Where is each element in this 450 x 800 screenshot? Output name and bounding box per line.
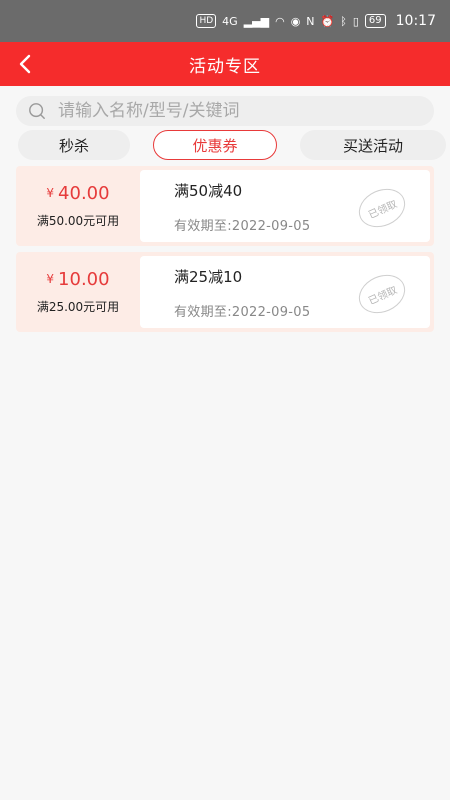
- network-indicator: 4G: [222, 14, 238, 28]
- alarm-icon: ⏰: [320, 14, 335, 28]
- tab-bar: 秒杀 优惠券 买送活动: [18, 130, 446, 162]
- wifi-icon: ◠: [275, 14, 285, 28]
- coupon-amount-value: 10.00: [58, 269, 110, 290]
- currency-symbol: ¥: [46, 272, 55, 286]
- search-bar[interactable]: [16, 96, 434, 126]
- coupon-card[interactable]: ¥40.00 满50.00元可用 满50减40 有效期至:2022-09-05 …: [16, 166, 434, 246]
- back-button[interactable]: [14, 52, 38, 76]
- vibrate-icon: ▯: [352, 14, 359, 28]
- chevron-left-icon: [19, 54, 31, 74]
- app-header: 活动专区: [0, 42, 450, 86]
- tab-buy-gift[interactable]: 买送活动: [300, 130, 446, 160]
- battery-icon: 69: [364, 14, 386, 28]
- clock: 10:17: [395, 13, 436, 29]
- coupon-amount: ¥40.00: [46, 183, 109, 204]
- coupon-detail-panel: 满25减10 有效期至:2022-09-05 已领取: [140, 256, 430, 328]
- coupon-value-panel: ¥40.00 满50.00元可用: [20, 170, 136, 242]
- hd-indicator: HD: [196, 14, 217, 28]
- page-title: 活动专区: [189, 56, 261, 77]
- status-icons: HD 4G ▂▄▆ ◠ ◉ N ⏰ ᛒ ▯ 69: [196, 14, 386, 28]
- bluetooth-icon: ᛒ: [340, 14, 347, 28]
- coupon-list: ¥40.00 满50.00元可用 满50减40 有效期至:2022-09-05 …: [16, 166, 434, 332]
- coupon-amount-value: 40.00: [58, 183, 110, 204]
- search-input[interactable]: [56, 100, 400, 122]
- tab-flash-sale[interactable]: 秒杀: [18, 130, 130, 160]
- coupon-detail-panel: 满50减40 有效期至:2022-09-05 已领取: [140, 170, 430, 242]
- signal-icon: ▂▄▆: [243, 14, 270, 28]
- nfc-icon: N: [306, 14, 315, 28]
- eye-icon: ◉: [290, 14, 301, 28]
- coupon-card[interactable]: ¥10.00 满25.00元可用 满25减10 有效期至:2022-09-05 …: [16, 252, 434, 332]
- coupon-value-panel: ¥10.00 满25.00元可用: [20, 256, 136, 328]
- search-icon: [29, 103, 45, 119]
- coupon-condition: 满25.00元可用: [36, 300, 120, 314]
- coupon-condition: 满50.00元可用: [36, 214, 120, 228]
- status-bar: HD 4G ▂▄▆ ◠ ◉ N ⏰ ᛒ ▯ 69 10:17: [0, 0, 450, 42]
- coupon-amount: ¥10.00: [46, 269, 109, 290]
- tab-coupons[interactable]: 优惠券: [153, 130, 277, 160]
- currency-symbol: ¥: [46, 186, 55, 200]
